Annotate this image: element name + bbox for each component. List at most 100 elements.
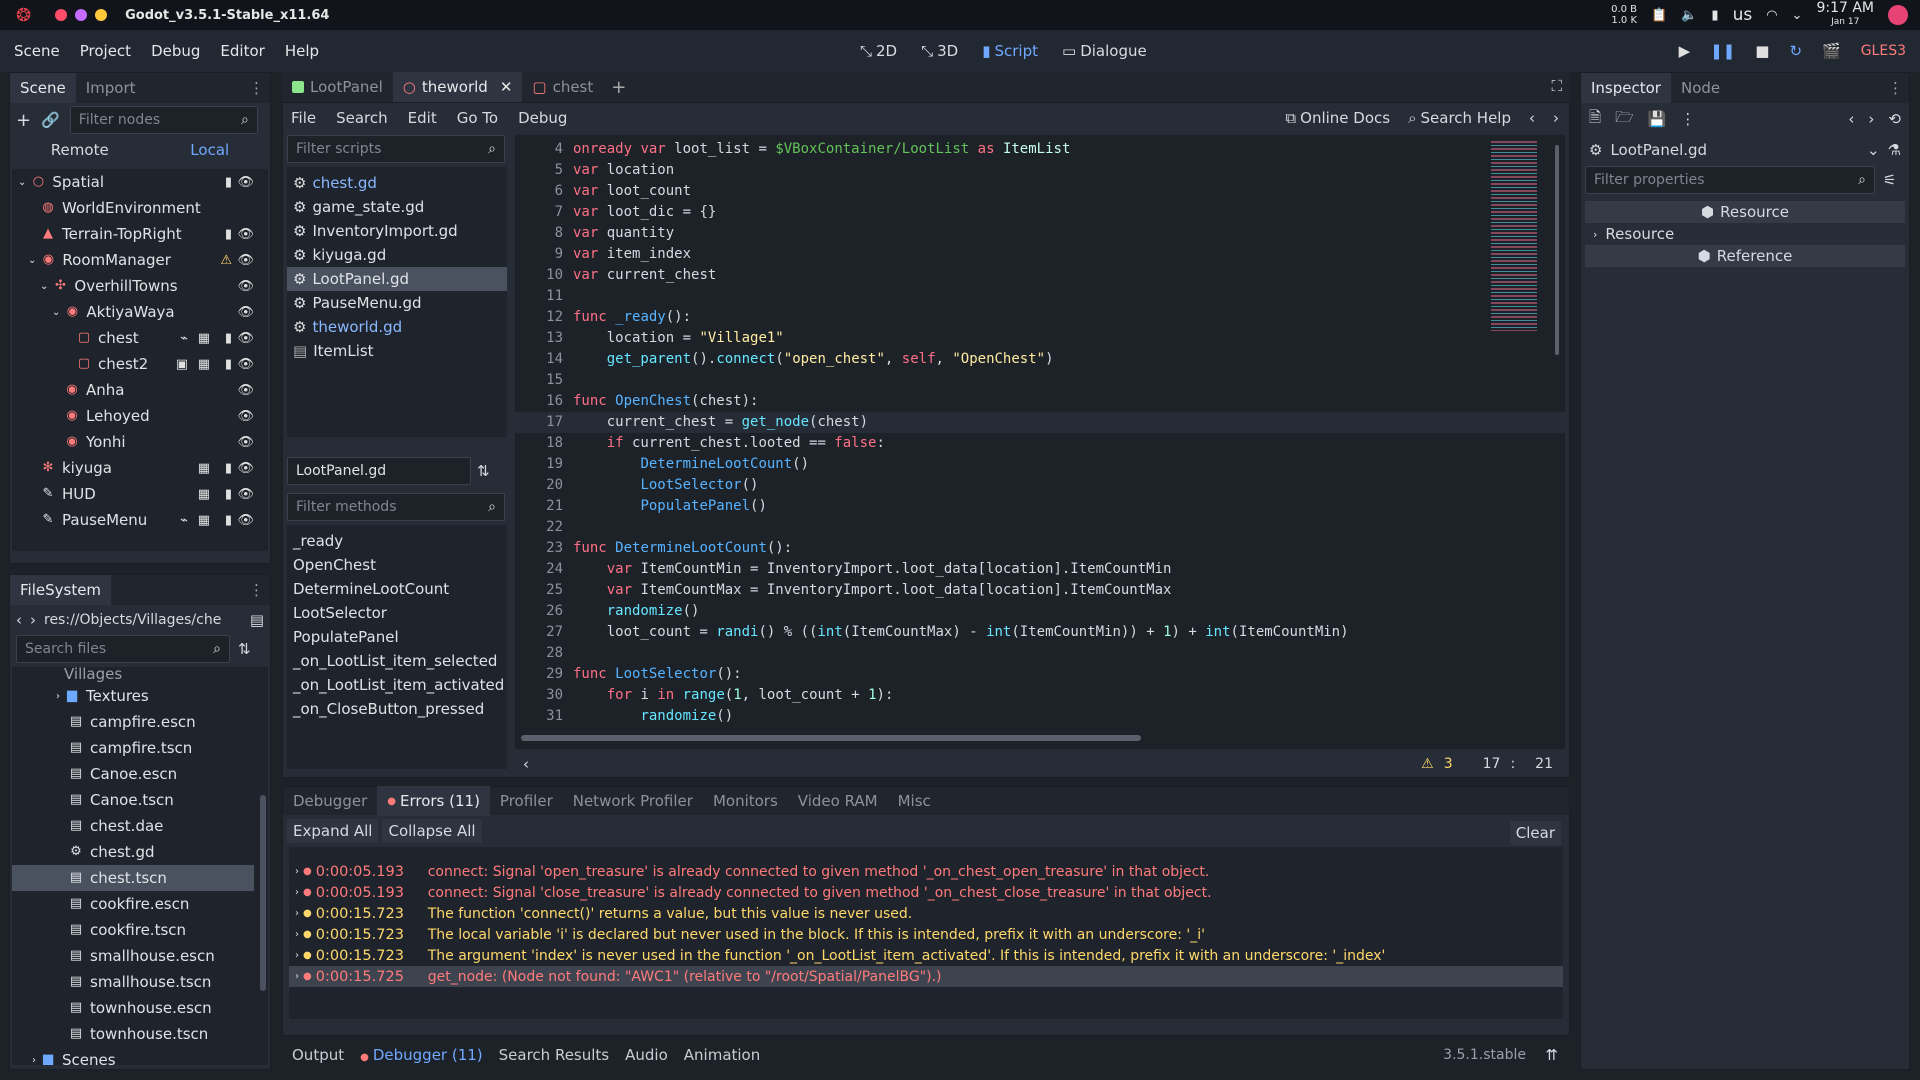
code-line[interactable]: 6 var loot_count [515,181,1565,202]
line-number[interactable]: 6 [515,181,573,202]
visibility-eye-icon[interactable]: 👁 [237,305,254,320]
visibility-eye-icon[interactable]: 👁 [237,383,254,398]
tab-video-ram[interactable]: Video RAM [788,786,888,816]
file-item[interactable]: ▤ smallhouse.escn [12,943,268,969]
add-node-icon[interactable]: + [16,110,31,131]
visibility-eye-icon[interactable]: 👁 [237,331,254,346]
code-line[interactable]: 28 [515,643,1565,664]
tab-profiler[interactable]: Profiler [490,786,563,816]
code-line[interactable]: 25 var ItemCountMax = InventoryImport.lo… [515,580,1565,601]
line-number[interactable]: 16 [515,391,573,412]
stop-icon[interactable]: ■ [1755,42,1769,60]
file-item[interactable]: ▤ cookfire.tscn [12,917,268,943]
tree-node-kiyuga[interactable]: ✻ kiyuga ▦ ▮ 👁 [12,455,268,481]
search-files-input[interactable]: Search files ⌕ [16,635,230,663]
code-line[interactable]: 14 get_parent().connect("open_chest", se… [515,349,1565,370]
file-item-selected[interactable]: ▤ chest.tscn [12,865,254,891]
toggle-scripts-panel-icon[interactable]: ‹ [523,755,529,773]
code-line[interactable]: 19 DetermineLootCount() [515,454,1565,475]
tab-network-profiler[interactable]: Network Profiler [563,786,703,816]
renderer-select[interactable]: GLES3 [1861,43,1906,59]
line-number[interactable]: 27 [515,622,573,643]
script-menu-goto[interactable]: Go To [457,109,498,127]
add-tab-icon[interactable]: + [611,77,626,98]
local-toggle[interactable]: Local [190,141,229,159]
code-vscrollbar[interactable] [1555,145,1559,355]
script-item[interactable]: ▤ ItemList [287,339,507,363]
line-number[interactable]: 7 [515,202,573,223]
split-view-icon[interactable]: ▤ [250,611,264,629]
signal-icon[interactable]: ⌁ [180,513,188,528]
menu-editor[interactable]: Editor [220,42,264,60]
tree-node-yonhi[interactable]: ◉ Yonhi 👁 [12,429,268,455]
history-forward-icon[interactable]: › [1868,110,1874,128]
code-line[interactable]: 12 func _ready(): [515,307,1565,328]
line-number[interactable]: 17 [515,412,573,433]
play-icon[interactable]: ▶ [1679,42,1691,60]
code-line[interactable]: 27 loot_count = randi() % ((int(ItemCoun… [515,622,1565,643]
window-maximize-dot[interactable] [75,9,88,21]
tab-misc[interactable]: Misc [888,786,941,816]
warning-icon[interactable]: ⚠ [1421,756,1434,772]
visibility-eye-icon[interactable]: 👁 [237,227,254,242]
warning-count[interactable]: 3 [1444,756,1453,772]
group-icon[interactable]: ▦ [198,331,210,346]
history-forward-icon[interactable]: › [1553,109,1559,127]
script-item[interactable]: ⚙ game_state.gd [287,195,507,219]
clipboard-icon[interactable]: 📋 [1651,8,1667,23]
filter-methods-input[interactable]: Filter methods ⌕ [287,493,505,521]
code-line[interactable]: 22 [515,517,1565,538]
window-minimize-dot[interactable] [95,9,108,21]
restart-icon[interactable]: ↻ [1789,42,1802,60]
clock[interactable]: 9:17 AM Jan 17 [1816,1,1874,28]
line-number[interactable]: 9 [515,244,573,265]
code-line[interactable]: 20 LootSelector() [515,475,1565,496]
line-number[interactable]: 23 [515,538,573,559]
path-field[interactable]: res://Objects/Villages/che [44,612,242,628]
script-icon[interactable]: ▮ [225,487,232,502]
visibility-eye-icon[interactable]: 👁 [237,487,254,502]
code-line[interactable]: 17 current_chest = get_node(chest) [515,412,1565,433]
visibility-eye-icon[interactable]: 👁 [237,253,254,268]
clear-button[interactable]: Clear [1509,821,1561,845]
tree-node-pausemenu[interactable]: ✎ PauseMenu ⌁ ▦ ▮ 👁 [12,507,268,533]
file-item[interactable]: ▤ Canoe.escn [12,761,268,787]
script-item[interactable]: ⚙ chest.gd [287,171,507,195]
script-item[interactable]: ⚙ theworld.gd [287,315,507,339]
volume-icon[interactable]: 🔈 [1681,8,1697,23]
tab-theworld[interactable]: ○ theworld ✕ [392,72,523,102]
line-number[interactable]: 8 [515,223,573,244]
error-row[interactable]: › ● 0:00:15.725 get_node: (Node not found: … [289,966,1563,987]
history-back-icon[interactable]: ‹ [1529,109,1535,127]
script-icon[interactable]: ▮ [225,357,232,372]
history-back-icon[interactable]: ‹ [1848,110,1854,128]
code-hscrollbar[interactable] [521,735,1141,741]
tab-debugger[interactable]: Debugger [283,786,377,816]
visibility-eye-icon[interactable]: 👁 [237,279,254,294]
workspace-2d-button[interactable]: ⤡ 2D [860,42,897,60]
signal-icon[interactable]: ⌁ [180,331,188,346]
resource-property-row[interactable]: › Resource [1585,223,1905,245]
property-options-icon[interactable]: ⚟ [1883,171,1896,189]
pause-icon[interactable]: ❚❚ [1710,42,1735,60]
tree-node-spatial[interactable]: ⌄ ○ Spatial ▮ 👁 [12,169,268,195]
fullscreen-icon[interactable]: ⛶ [1551,77,1562,95]
line-number[interactable]: 13 [515,328,573,349]
script-menu-edit[interactable]: Edit [408,109,437,127]
line-number[interactable]: 14 [515,349,573,370]
filter-properties-input[interactable]: Filter properties ⌕ [1585,166,1875,194]
code-line[interactable]: 10 var current_chest [515,265,1565,286]
user-avatar-icon[interactable] [1888,5,1908,25]
save-icon[interactable]: 💾 [1648,110,1667,128]
chevron-down-icon[interactable]: ⌄ [1867,141,1880,159]
line-number[interactable]: 24 [515,559,573,580]
chevron-down-icon[interactable]: ⌄ [1792,8,1803,23]
code-minimap[interactable] [1491,141,1551,331]
line-number[interactable]: 22 [515,517,573,538]
group-icon[interactable]: ▦ [198,461,210,476]
code-area[interactable]: 4 onready var loot_list = $VBoxContainer/… [515,135,1565,749]
open-folder-icon[interactable]: 🗁 [1615,107,1634,132]
line-number[interactable]: 20 [515,475,573,496]
script-icon[interactable]: ▮ [225,513,232,528]
file-item[interactable]: ▤ Canoe.tscn [12,787,268,813]
